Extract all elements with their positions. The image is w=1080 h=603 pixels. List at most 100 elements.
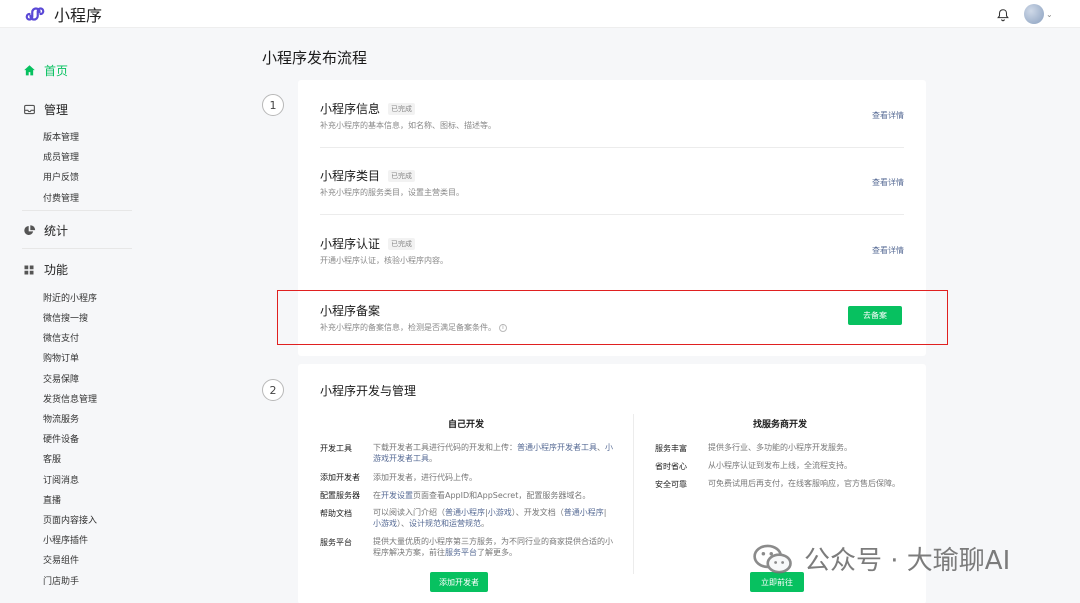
docs-miniprogram-link[interactable]: 普通小程序 (564, 508, 604, 517)
add-developer-button[interactable]: 添加开发者 (430, 572, 488, 592)
sidebar-subitem-payment[interactable]: 付费管理 (43, 191, 79, 204)
app-logo[interactable]: 小程序 (24, 2, 102, 26)
tray-icon (22, 103, 36, 117)
sidebar-subitem-search[interactable]: 微信搜一搜 (43, 311, 88, 324)
row-label: 开发工具 (320, 444, 352, 453)
sidebar-item-manage[interactable]: 管理 (22, 101, 68, 118)
sidebar-item-label: 首页 (44, 64, 69, 78)
step-number: 2 (262, 379, 284, 401)
sidebar-subitem-nearby[interactable]: 附近的小程序 (43, 291, 97, 304)
flow-item-desc: 补充小程序的基本信息，如名称、图标、描述等。 (320, 121, 496, 130)
avatar[interactable] (1024, 4, 1044, 24)
flow-item-desc: 开通小程序认证，核验小程序内容。 (320, 256, 448, 265)
step-number: 1 (262, 94, 284, 116)
flow-item-desc: 补充小程序的备案信息，检测是否满足备案条件。 i (320, 322, 507, 333)
sidebar-subitem-live[interactable]: 直播 (43, 493, 61, 506)
sidebar-item-label: 功能 (44, 263, 69, 277)
wechat-icon (753, 544, 792, 573)
sidebar-subitem-service[interactable]: 客服 (43, 452, 61, 465)
row-text: 提供多行业、多功能的小程序开发服务。 (708, 443, 852, 452)
row-text-part: 在 (373, 491, 381, 500)
publish-flow-card: 小程序信息 已完成 补充小程序的基本信息，如名称、图标、描述等。 查看详情 小程… (277, 80, 948, 356)
row-text-part: 下载开发者工具进行代码的开发和上传： (373, 443, 517, 452)
page-title: 小程序发布流程 (262, 49, 368, 67)
status-badge: 已完成 (388, 102, 416, 115)
sidebar-item-label: 管理 (44, 103, 69, 117)
dev-settings-link[interactable]: 开发设置 (381, 491, 413, 500)
chevron-down-icon[interactable]: ⌄ (1046, 10, 1053, 19)
flow-item-title: 小程序备案 (320, 302, 380, 319)
sidebar-subitem-version[interactable]: 版本管理 (43, 130, 79, 143)
sidebar-subitem-hardware[interactable]: 硬件设备 (43, 432, 79, 445)
view-details-link[interactable]: 查看详情 (872, 245, 904, 256)
sidebar-subitem-members[interactable]: 成员管理 (43, 150, 79, 163)
row-text-part: 、 (597, 443, 605, 452)
sidebar-subitem-orders[interactable]: 购物订单 (43, 351, 79, 364)
flow-item-title-text: 小程序认证 (320, 237, 381, 251)
pie-chart-icon (22, 224, 36, 238)
sidebar: 首页 管理 版本管理 成员管理 用户反馈 付费管理 统计 功能 附近的小程序 微… (0, 29, 145, 603)
sidebar-subitem-components[interactable]: 交易组件 (43, 553, 79, 566)
sidebar-item-features[interactable]: 功能 (22, 261, 68, 278)
docs-game-link[interactable]: 小游戏 (373, 519, 397, 528)
service-platform-link[interactable]: 服务平台 (445, 548, 477, 557)
view-details-link[interactable]: 查看详情 (872, 177, 904, 188)
row-label: 服务丰富 (655, 444, 687, 453)
top-bar: 小程序 ⌄ (0, 0, 1080, 28)
sidebar-subitem-wxpay[interactable]: 微信支付 (43, 331, 79, 344)
sidebar-subitem-plugins[interactable]: 小程序插件 (43, 533, 88, 546)
row-label: 省时省心 (655, 462, 687, 471)
devtools-link[interactable]: 普通小程序开发者工具 (517, 443, 597, 452)
bell-icon[interactable] (992, 4, 1014, 26)
flow-item-title: 小程序信息 已完成 (320, 100, 416, 117)
sidebar-subitem-guarantee[interactable]: 交易保障 (43, 372, 79, 385)
flow-item-title: 小程序认证 已完成 (320, 235, 416, 252)
divider (320, 147, 904, 148)
flow-item-desc: 补充小程序的服务类目，设置主营类目。 (320, 188, 464, 197)
grid-icon (22, 263, 36, 277)
row-text: 可以阅读入门介绍（普通小程序|小游戏）、开发文档（普通小程序|小游戏）、设计规范… (373, 507, 613, 529)
app-title: 小程序 (54, 6, 103, 25)
divider (320, 214, 904, 215)
section-title: 小程序开发与管理 (320, 384, 417, 398)
divider (633, 414, 634, 574)
flow-item-title-text: 小程序备案 (320, 304, 381, 318)
design-guidelines-link[interactable]: 设计规范和运营规范 (409, 519, 481, 528)
row-label: 添加开发者 (320, 473, 360, 482)
filing-button[interactable]: 去备案 (848, 306, 902, 325)
row-text-part: ）、 (397, 519, 409, 528)
flow-item-title-text: 小程序类目 (320, 169, 381, 183)
sidebar-subitem-feedback[interactable]: 用户反馈 (43, 170, 79, 183)
row-text-part: 。 (429, 454, 437, 463)
sidebar-subitem-page-content[interactable]: 页面内容接入 (43, 513, 97, 526)
sidebar-subitem-logistics[interactable]: 物流服务 (43, 412, 79, 425)
intro-miniprogram-link[interactable]: 普通小程序 (445, 508, 485, 517)
sidebar-subitem-subscribe[interactable]: 订阅消息 (43, 473, 79, 486)
row-text-part: 页面查看AppID和AppSecret，配置服务器域名。 (413, 491, 591, 500)
view-details-link[interactable]: 查看详情 (872, 110, 904, 121)
home-icon (22, 64, 36, 78)
intro-game-link[interactable]: 小游戏 (488, 508, 512, 517)
row-text-part: 。 (481, 519, 489, 528)
row-text-part: | (603, 508, 607, 517)
row-text: 在开发设置页面查看AppID和AppSecret，配置服务器域名。 (373, 490, 613, 501)
divider (22, 210, 132, 211)
info-icon[interactable]: i (499, 323, 507, 332)
status-badge: 已完成 (388, 237, 416, 250)
sidebar-subitem-store-helper[interactable]: 门店助手 (43, 574, 79, 587)
sidebar-item-stats[interactable]: 统计 (22, 222, 68, 239)
self-dev-heading: 自己开发 (448, 420, 485, 430)
mini-program-logo-icon (25, 7, 45, 21)
row-label: 安全可靠 (655, 480, 687, 489)
sidebar-subitem-shipping[interactable]: 发货信息管理 (43, 392, 97, 405)
provider-heading: 找服务商开发 (753, 420, 808, 430)
row-label: 服务平台 (320, 538, 352, 547)
watermark: 公众号 · 大瑜聊AI (752, 540, 1010, 577)
flow-item-title-text: 小程序信息 (320, 102, 381, 116)
row-text: 提供大量优质的小程序第三方服务，为不同行业的商家提供合适的小程序解决方案，前往服… (373, 536, 613, 558)
sidebar-item-label: 统计 (44, 224, 69, 238)
sidebar-item-home[interactable]: 首页 (22, 62, 68, 79)
row-text-part: 可以阅读入门介绍（ (373, 508, 445, 517)
row-text: 从小程序认证到发布上线，全流程支持。 (708, 461, 852, 470)
main-content: 小程序发布流程 1 2 小程序信息 已完成 补充小程序的基本信息，如名称、图标、… (145, 29, 1080, 603)
